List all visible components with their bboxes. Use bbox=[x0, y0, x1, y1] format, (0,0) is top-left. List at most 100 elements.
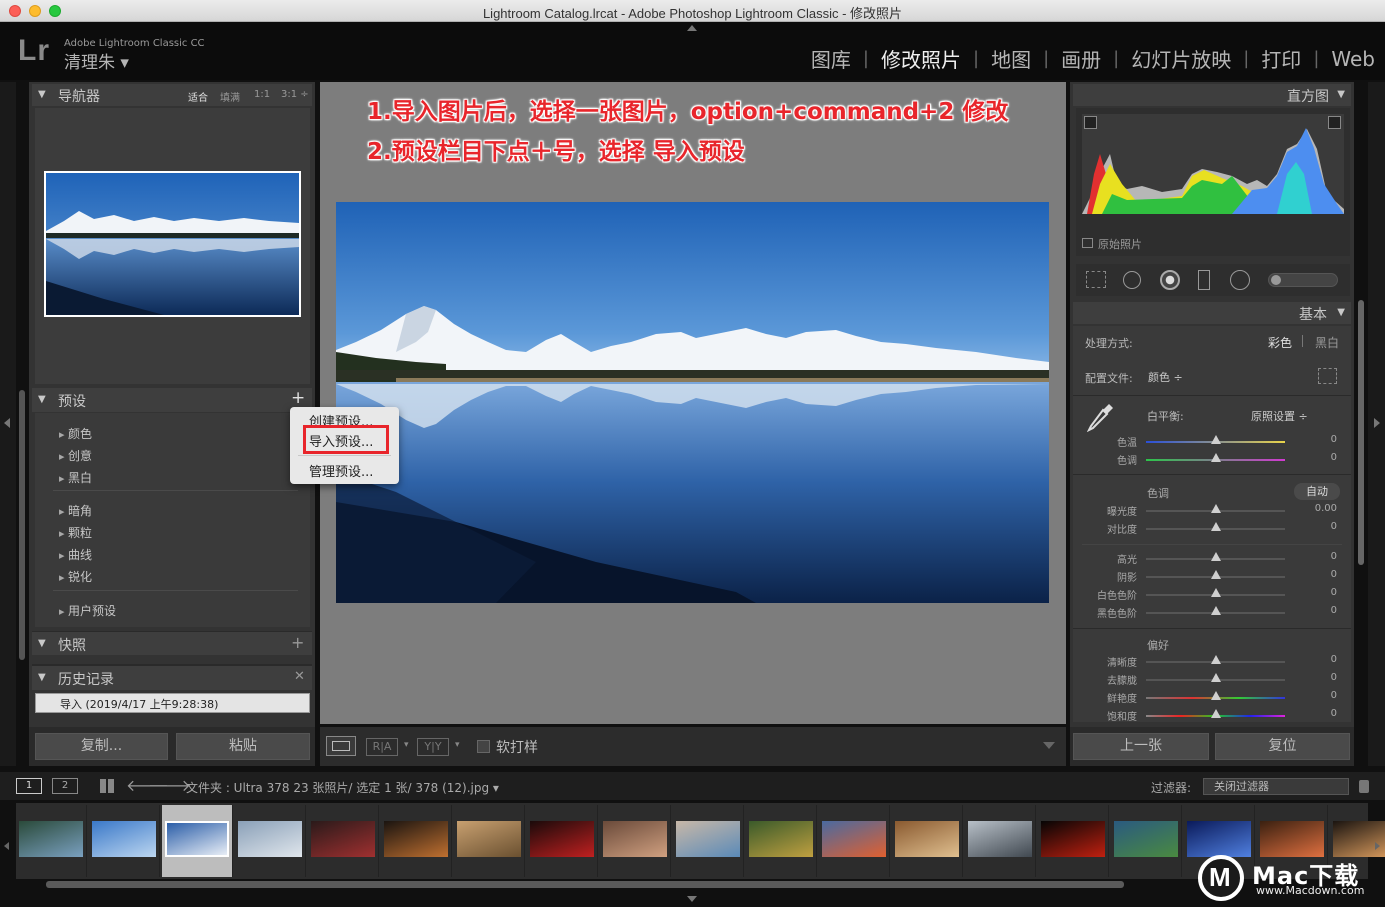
grid-view-icon[interactable] bbox=[100, 779, 114, 793]
zoom-1-1[interactable]: 1:1 bbox=[254, 89, 270, 100]
filter-lock-icon[interactable] bbox=[1359, 780, 1369, 793]
filmstrip-thumbnail[interactable] bbox=[1038, 805, 1109, 877]
filmstrip-thumbnail[interactable] bbox=[162, 805, 233, 877]
secondary-window-button[interactable]: 2 bbox=[52, 778, 78, 794]
treatment-color-option[interactable]: 彩色 bbox=[1268, 334, 1292, 351]
history-entry[interactable]: 导入 (2019/4/17 上午9:28:38) bbox=[35, 693, 310, 713]
filmstrip-left-icon[interactable] bbox=[4, 842, 9, 850]
wb-select[interactable]: 原照设置 ÷ bbox=[1251, 408, 1308, 424]
navigator-header[interactable]: ▼ 导航器 适合 填满 1:1 3:1 ÷ bbox=[32, 84, 312, 106]
preset-folder-sharpen[interactable]: ▸ 锐化 bbox=[59, 566, 92, 588]
slider-value[interactable]: 0 bbox=[1331, 434, 1337, 445]
presets-header[interactable]: ▼ 预设 + bbox=[32, 388, 312, 412]
collapse-triangle-icon[interactable]: ▼ bbox=[1337, 307, 1345, 318]
before-after-yy-icon[interactable]: Y|Y bbox=[417, 738, 449, 756]
slider-handle[interactable] bbox=[1211, 709, 1221, 718]
histogram-header[interactable]: 直方图 ▼ bbox=[1073, 84, 1351, 106]
filmstrip-thumbnail[interactable] bbox=[454, 805, 525, 877]
tone-auto-button[interactable]: 自动 bbox=[1294, 483, 1340, 500]
filmstrip-source-info[interactable]: 文件夹 : Ultra 378 23 张照片/ 选定 1 张/ 378 (12)… bbox=[186, 779, 499, 796]
filmstrip-thumbnail[interactable] bbox=[16, 805, 87, 877]
filmstrip-thumbnail[interactable] bbox=[527, 805, 598, 877]
filmstrip-thumbnail[interactable] bbox=[965, 805, 1036, 877]
filmstrip-thumbnail[interactable] bbox=[892, 805, 963, 877]
slider-value[interactable]: 0 bbox=[1331, 672, 1337, 683]
loupe-view-icon[interactable] bbox=[326, 736, 356, 756]
basic-header[interactable]: 基本 ▼ bbox=[1073, 302, 1351, 324]
soft-proof-checkbox[interactable] bbox=[477, 740, 490, 753]
filmstrip-thumbnail[interactable] bbox=[819, 805, 890, 877]
filmstrip-thumbnail[interactable] bbox=[600, 805, 671, 877]
reset-button[interactable]: 复位 bbox=[1215, 733, 1350, 760]
preset-folder-curve[interactable]: ▸ 曲线 bbox=[59, 544, 92, 566]
module-map[interactable]: 地图 bbox=[979, 44, 1043, 73]
identity-plate[interactable]: 清理朱 ▾ bbox=[64, 48, 129, 73]
slider-value[interactable]: 0 bbox=[1331, 452, 1337, 463]
module-print[interactable]: 打印 bbox=[1249, 44, 1313, 73]
filmstrip-thumbnail[interactable] bbox=[746, 805, 817, 877]
slider-handle[interactable] bbox=[1211, 655, 1221, 664]
slider-value[interactable]: 0 bbox=[1331, 654, 1337, 665]
original-photo-checkbox[interactable] bbox=[1082, 238, 1093, 248]
shadow-clipping-toggle[interactable] bbox=[1084, 116, 1097, 129]
slider-value[interactable]: 0 bbox=[1331, 587, 1337, 598]
main-photo[interactable] bbox=[336, 202, 1049, 603]
graduated-filter-icon[interactable] bbox=[1198, 270, 1210, 290]
clear-history-x-icon[interactable]: ✕ bbox=[294, 669, 305, 684]
filmstrip-thumbnail[interactable] bbox=[673, 805, 744, 877]
module-develop[interactable]: 修改照片 bbox=[869, 44, 973, 73]
slider-handle[interactable] bbox=[1211, 570, 1221, 579]
filmstrip-thumbnail[interactable] bbox=[308, 805, 379, 877]
previous-photo-button[interactable]: 上一张 bbox=[1073, 733, 1209, 760]
primary-window-button[interactable]: 1 bbox=[16, 778, 42, 794]
add-snapshot-plus-icon[interactable]: + bbox=[291, 633, 304, 652]
filmstrip-thumbnail[interactable] bbox=[1111, 805, 1182, 877]
collapse-triangle-icon[interactable]: ▼ bbox=[38, 672, 46, 683]
slider-handle[interactable] bbox=[1211, 691, 1221, 700]
zoom-fit[interactable]: 适合 bbox=[188, 89, 208, 104]
slider-handle[interactable] bbox=[1211, 606, 1221, 615]
right-panel-expand-icon[interactable] bbox=[1374, 418, 1380, 428]
collapse-triangle-icon[interactable]: ▼ bbox=[38, 394, 46, 405]
dropdown-arrow-icon[interactable]: ▾ bbox=[455, 740, 460, 750]
module-library[interactable]: 图库 bbox=[799, 44, 863, 73]
paste-settings-button[interactable]: 粘贴 bbox=[176, 733, 310, 760]
filmstrip-scrollbar[interactable] bbox=[46, 881, 1124, 888]
slider-value[interactable]: 0.00 bbox=[1315, 503, 1337, 514]
dropdown-arrow-icon[interactable]: ▾ bbox=[404, 740, 409, 750]
forward-arrow-icon[interactable]: 🡒 bbox=[148, 775, 191, 795]
filmstrip-thumbnail[interactable] bbox=[89, 805, 160, 877]
slider-handle[interactable] bbox=[1211, 504, 1221, 513]
preset-folder-bw[interactable]: ▸ 黑白 bbox=[59, 467, 92, 489]
navigator-thumbnail[interactable] bbox=[44, 171, 301, 317]
left-panel-expand-icon[interactable] bbox=[4, 418, 10, 428]
crop-overlay-icon[interactable] bbox=[1086, 271, 1106, 288]
filmstrip-thumbnail[interactable] bbox=[381, 805, 452, 877]
history-header[interactable]: ▼ 历史记录 ✕ bbox=[32, 664, 312, 690]
preset-folder-grain[interactable]: ▸ 颗粒 bbox=[59, 522, 92, 544]
zoom-3-1[interactable]: 3:1 ÷ bbox=[281, 89, 309, 100]
slider-value[interactable]: 0 bbox=[1331, 690, 1337, 701]
slider-handle[interactable] bbox=[1211, 588, 1221, 597]
module-slideshow[interactable]: 幻灯片放映 bbox=[1119, 44, 1243, 73]
zoom-fill[interactable]: 填满 bbox=[220, 89, 240, 104]
filmstrip-thumbnail[interactable] bbox=[235, 805, 306, 877]
radial-filter-icon[interactable] bbox=[1230, 270, 1250, 290]
slider-handle[interactable] bbox=[1211, 435, 1221, 444]
module-book[interactable]: 画册 bbox=[1049, 44, 1113, 73]
left-scrollbar[interactable] bbox=[19, 390, 25, 660]
slider-handle[interactable] bbox=[1211, 552, 1221, 561]
before-after-ra-icon[interactable]: R|A bbox=[366, 738, 398, 756]
slider-value[interactable]: 0 bbox=[1331, 708, 1337, 719]
bottom-panel-collapse-icon[interactable] bbox=[687, 896, 697, 902]
slider-handle[interactable] bbox=[1211, 453, 1221, 462]
filmstrip-right-icon[interactable] bbox=[1375, 842, 1380, 850]
copy-settings-button[interactable]: 复制... bbox=[35, 733, 168, 760]
slider-value[interactable]: 0 bbox=[1331, 551, 1337, 562]
slider-value[interactable]: 0 bbox=[1331, 605, 1337, 616]
slider-value[interactable]: 0 bbox=[1331, 569, 1337, 580]
white-balance-eyedropper-icon[interactable] bbox=[1086, 402, 1115, 433]
module-web[interactable]: Web bbox=[1319, 47, 1375, 71]
toolbar-menu-arrow-icon[interactable] bbox=[1043, 742, 1055, 749]
spot-removal-icon[interactable] bbox=[1123, 271, 1141, 289]
